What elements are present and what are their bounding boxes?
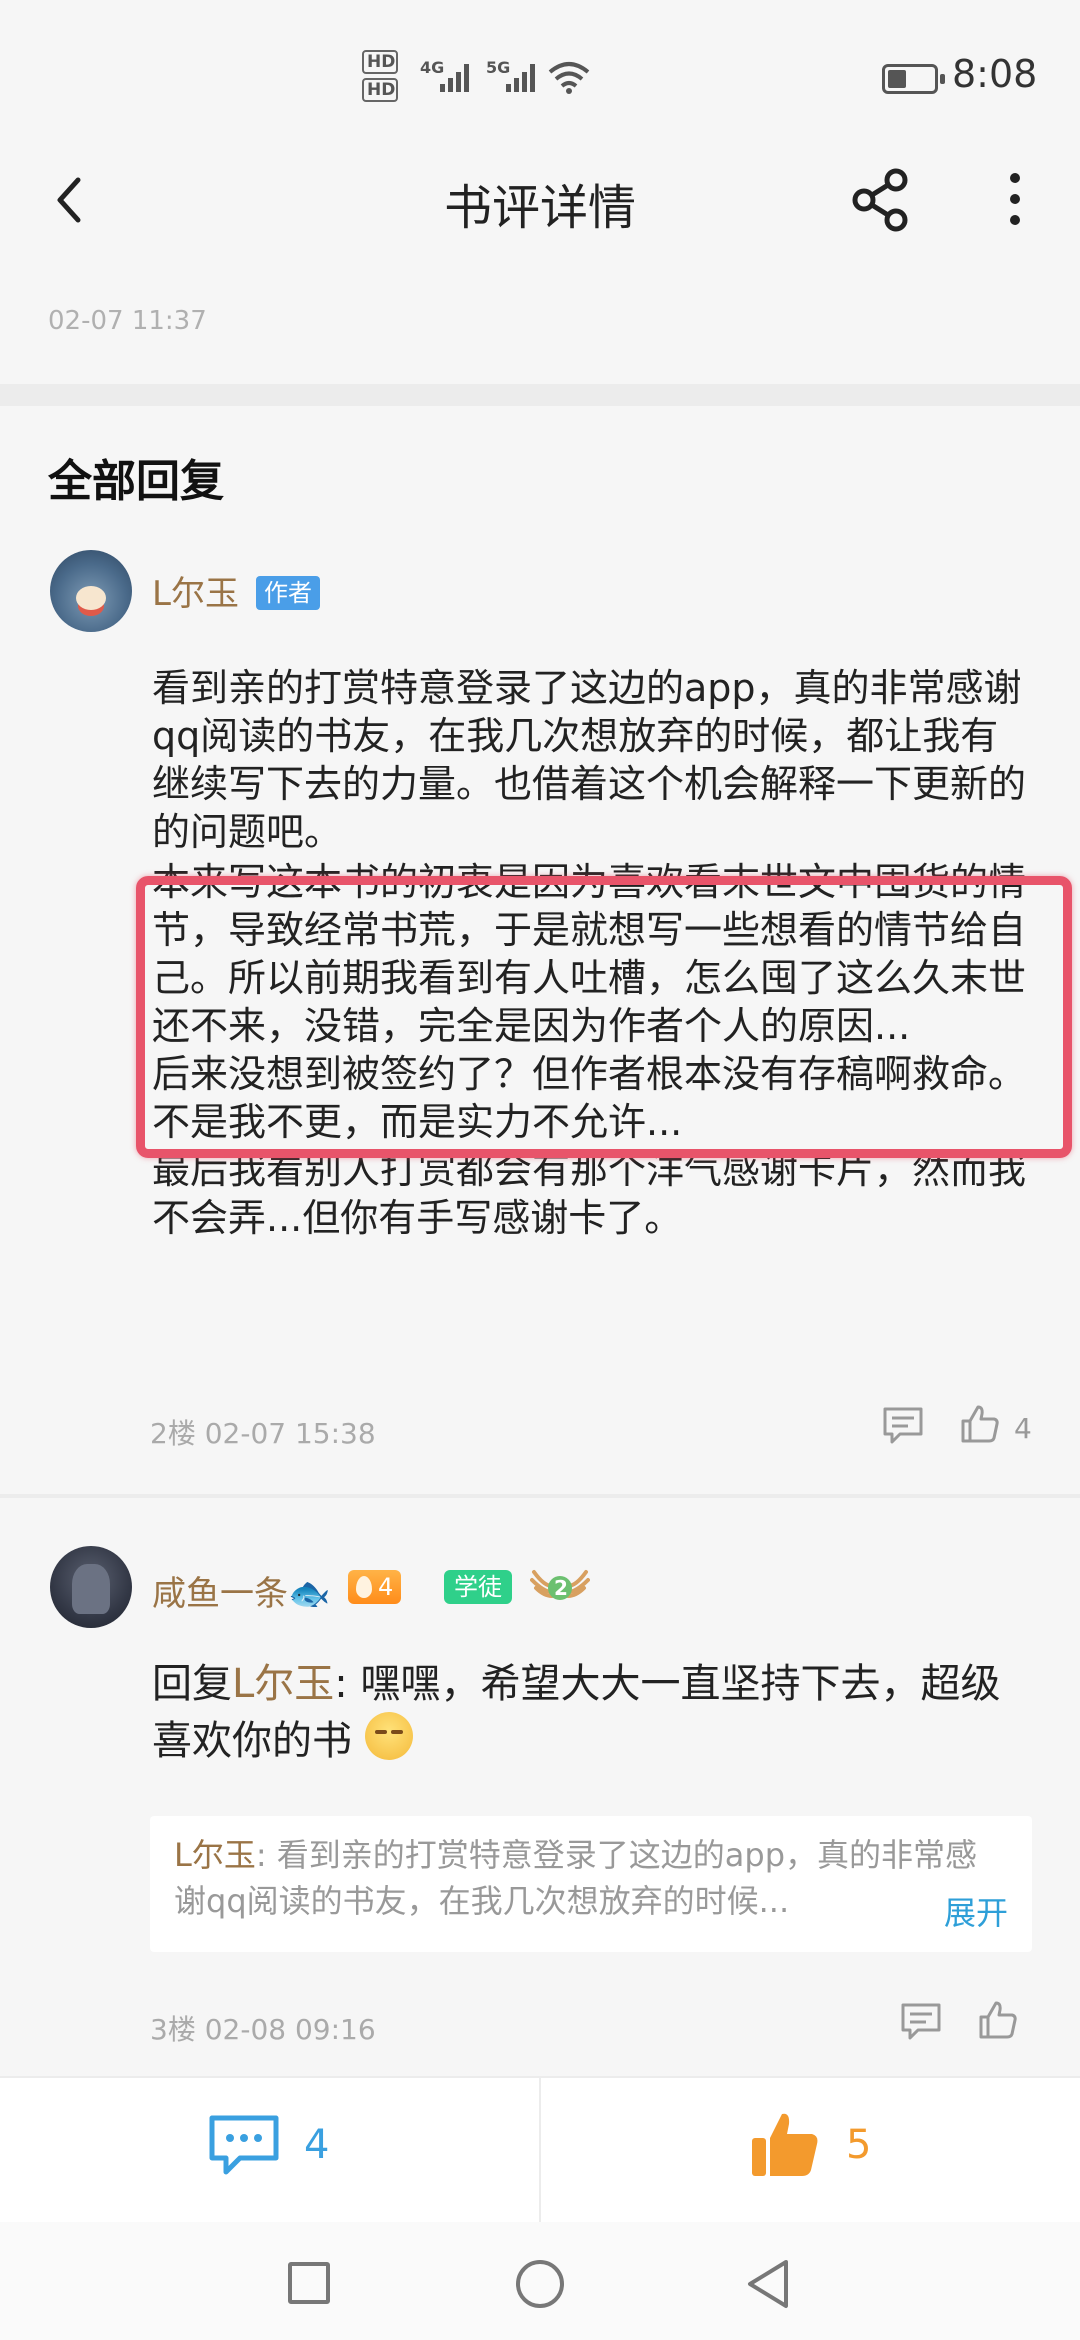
recent-apps-button[interactable] bbox=[288, 2262, 330, 2304]
comment-meta: 3楼 02-08 09:16 bbox=[150, 2013, 376, 2046]
like-button[interactable] bbox=[960, 1404, 1000, 1444]
hd-indicator: HD HD bbox=[362, 50, 398, 106]
quote-content: : 看到亲的打赏特意登录了这边的app，真的非常感谢qq阅读的书友，在我几次想放… bbox=[174, 1836, 978, 1920]
status-bar: HD HD 4G 5G 8:08 bbox=[0, 0, 1080, 150]
reply-prefix: 回复 bbox=[152, 1661, 232, 1707]
share-icon bbox=[852, 168, 908, 232]
more-vertical-icon bbox=[1010, 173, 1020, 225]
like-count: 4 bbox=[1014, 1412, 1032, 1445]
hd1-label: HD bbox=[362, 50, 398, 74]
more-options-button[interactable] bbox=[990, 164, 1040, 234]
action-bar-divider bbox=[539, 2076, 541, 2222]
quote-text: L尔玉: 看到亲的打赏特意登录了这边的app，真的非常感谢qq阅读的书友，在我几… bbox=[174, 1832, 1008, 1924]
student-badge: 学徒 bbox=[444, 1570, 512, 1604]
comment-divider bbox=[0, 1494, 1080, 1498]
comment-count: 4 bbox=[304, 2122, 330, 2168]
nav-back-button[interactable] bbox=[744, 2256, 792, 2312]
relieved-face-emoji-icon bbox=[364, 1712, 413, 1760]
comment-meta: 2楼 02-07 15:38 bbox=[150, 1417, 376, 1450]
clock: 8:08 bbox=[952, 52, 1038, 96]
wing-level: 2 bbox=[554, 1576, 568, 1600]
thumbs-up-filled-icon bbox=[752, 2113, 818, 2176]
battery-icon bbox=[882, 64, 945, 94]
quoted-comment[interactable]: L尔玉: 看到亲的打赏特意登录了这边的app，真的非常感谢qq阅读的书友，在我几… bbox=[150, 1816, 1032, 1952]
comment-paragraph: 看到亲的打赏特意登录了这边的app，真的非常感谢qq阅读的书友，在我几次想放弃的… bbox=[152, 666, 1027, 854]
thumbs-up-icon bbox=[961, 1405, 999, 1443]
like-action-button[interactable] bbox=[748, 2108, 822, 2180]
comment-username[interactable]: 咸鱼一条🐟 bbox=[152, 1566, 330, 1615]
quote-username: L尔玉 bbox=[174, 1836, 256, 1874]
avatar[interactable] bbox=[50, 550, 132, 632]
signal-icon-2 bbox=[506, 64, 536, 92]
comment-paragraph: 最后我看别人打赏都会有那个洋气感谢卡片，然而我不会弄...但你有手写感谢卡了。 bbox=[152, 1148, 1027, 1240]
expand-link[interactable]: 展开 bbox=[937, 1888, 1008, 1934]
highlight-annotation-box bbox=[136, 876, 1072, 1158]
like-button[interactable] bbox=[978, 2000, 1018, 2040]
wifi-icon bbox=[548, 62, 590, 94]
comment-icon bbox=[883, 1407, 923, 1444]
avatar[interactable] bbox=[50, 1546, 132, 1628]
review-timestamp: 02-07 11:37 bbox=[48, 306, 207, 336]
thumbs-up-icon bbox=[979, 2001, 1017, 2039]
reply-to-username[interactable]: L尔玉 bbox=[232, 1661, 334, 1707]
signal-icon-1 bbox=[440, 64, 470, 92]
like-count: 5 bbox=[846, 2122, 872, 2168]
reply-body: 回复L尔玉: 嘿嘿，希望大大一直坚持下去，超级喜欢你的书 bbox=[152, 1656, 1032, 1769]
reply-button[interactable] bbox=[900, 2002, 942, 2042]
wing-level-badge: 2 bbox=[530, 1564, 590, 1608]
all-replies-heading: 全部回复 bbox=[48, 456, 224, 507]
reply-button[interactable] bbox=[882, 1406, 924, 1446]
share-button[interactable] bbox=[846, 164, 916, 234]
comment-bubble-icon bbox=[209, 2115, 279, 2175]
hd2-label: HD bbox=[362, 78, 398, 102]
comment-action-button[interactable] bbox=[206, 2112, 286, 2182]
comment-icon bbox=[901, 2003, 941, 2040]
page-title: 书评详情 bbox=[443, 180, 636, 236]
app-header: 书评详情 bbox=[0, 150, 1080, 250]
triangle-back-icon bbox=[748, 2260, 788, 2308]
author-tag: 作者 bbox=[256, 576, 320, 610]
home-button[interactable] bbox=[516, 2260, 564, 2308]
section-divider bbox=[0, 384, 1080, 406]
fire-level-badge: 4 bbox=[348, 1570, 402, 1604]
comment-username[interactable]: L尔玉 bbox=[152, 566, 239, 615]
